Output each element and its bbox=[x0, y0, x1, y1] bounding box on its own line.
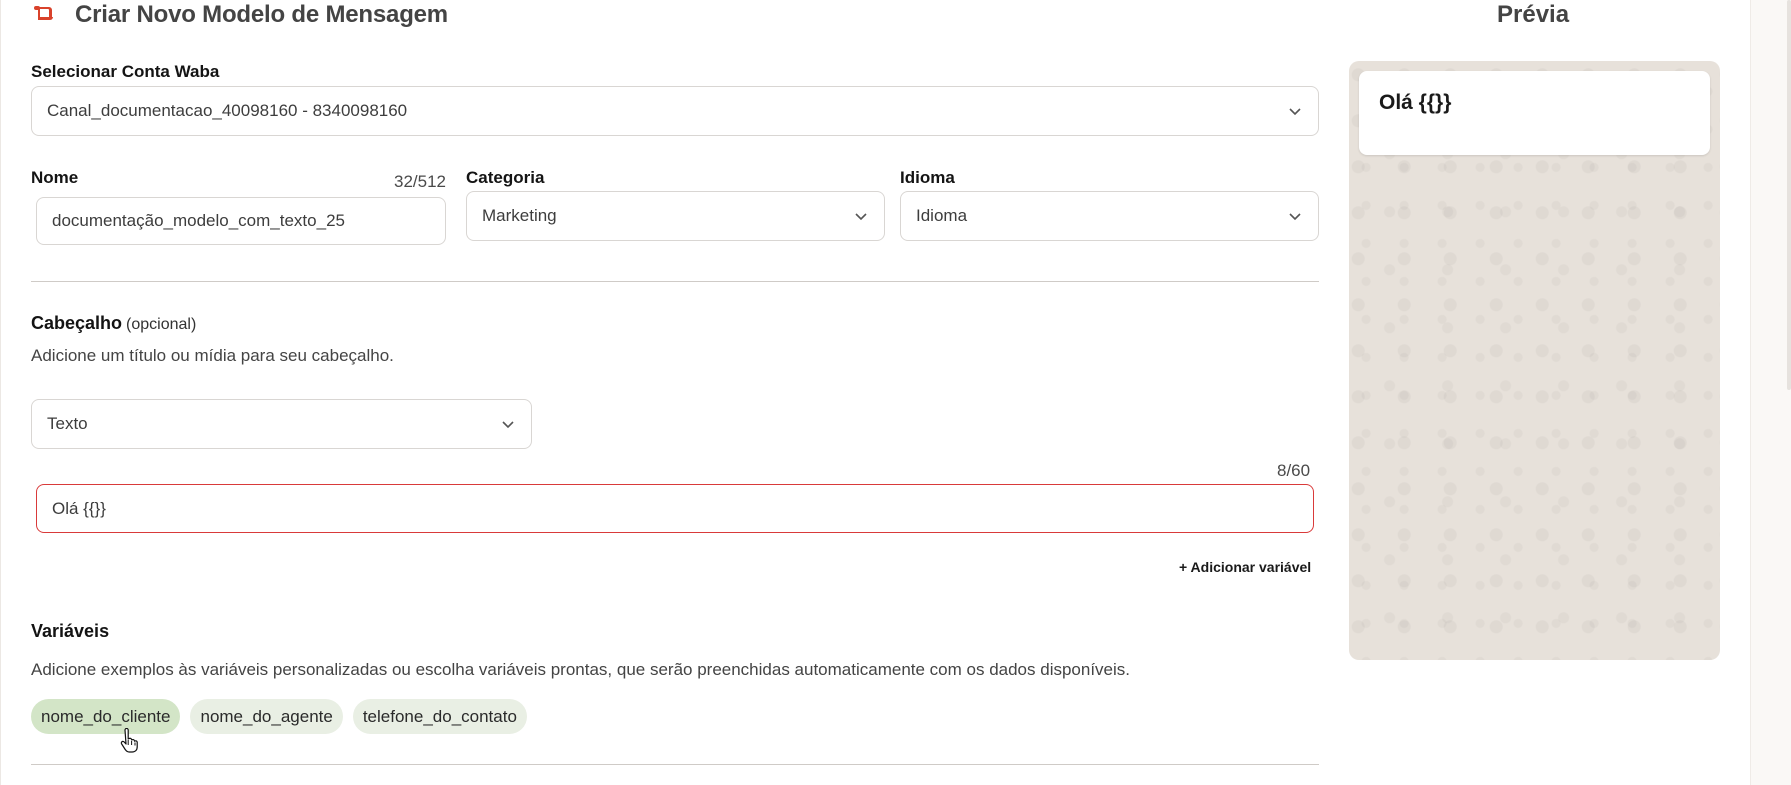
header-description: Adicione um título ou mídia para seu cab… bbox=[31, 346, 394, 365]
waba-label: Selecionar Conta Waba bbox=[31, 62, 220, 81]
waba-select-value: Canal_documentacao_40098160 - 8340098160 bbox=[47, 101, 408, 120]
main-content: Criar Novo Modelo de Mensagem Prévia Sel… bbox=[0, 0, 1750, 785]
variable-chips: nome_do_cliente nome_do_agente telefone_… bbox=[31, 699, 527, 734]
scroll-icon bbox=[31, 4, 57, 26]
name-input[interactable]: documentação_modelo_com_texto_25 bbox=[36, 197, 446, 245]
divider bbox=[31, 764, 1319, 765]
chevron-down-icon bbox=[1289, 213, 1301, 221]
name-counter: 32/512 bbox=[394, 172, 446, 191]
chip-nome-do-agente[interactable]: nome_do_agente bbox=[190, 699, 343, 734]
chevron-down-icon bbox=[855, 213, 867, 221]
message-bubble-text: Olá {{}} bbox=[1379, 91, 1452, 114]
message-preview-panel: Olá {{}} bbox=[1349, 61, 1720, 660]
language-select-value: Idioma bbox=[916, 206, 968, 225]
category-select[interactable]: Marketing bbox=[466, 191, 885, 241]
scrollbar-track[interactable] bbox=[1750, 0, 1791, 785]
scrollbar-thumb[interactable] bbox=[1787, 0, 1791, 390]
header-text-value: Olá {{}} bbox=[52, 498, 106, 518]
header-type-value: Texto bbox=[47, 414, 88, 433]
page-title: Criar Novo Modelo de Mensagem bbox=[75, 1, 448, 28]
category-select-value: Marketing bbox=[482, 206, 557, 225]
category-label: Categoria bbox=[466, 168, 545, 187]
header-type-select[interactable]: Texto bbox=[31, 399, 532, 449]
header-section-title: Cabeçalho (opcional) bbox=[31, 313, 196, 334]
chip-telefone-do-contato[interactable]: telefone_do_contato bbox=[352, 699, 527, 734]
waba-select[interactable]: Canal_documentacao_40098160 - 8340098160 bbox=[31, 86, 1319, 136]
hand-cursor-icon bbox=[120, 728, 138, 753]
chip-nome-do-cliente[interactable]: nome_do_cliente bbox=[31, 699, 181, 734]
header-section-title-text: Cabeçalho bbox=[31, 313, 123, 333]
chevron-down-icon bbox=[1289, 108, 1301, 116]
name-label: Nome bbox=[31, 168, 79, 187]
divider bbox=[31, 281, 1319, 282]
name-input-value: documentação_modelo_com_texto_25 bbox=[52, 211, 345, 230]
preview-title: Prévia bbox=[1497, 1, 1570, 28]
message-bubble: Olá {{}} bbox=[1359, 71, 1710, 155]
header-text-counter: 8/60 bbox=[1277, 461, 1311, 480]
chevron-down-icon bbox=[502, 421, 514, 429]
language-select[interactable]: Idioma bbox=[900, 191, 1319, 241]
add-variable-button[interactable]: + Adicionar variável bbox=[1179, 559, 1311, 575]
page: Criar Novo Modelo de Mensagem Prévia Sel… bbox=[0, 0, 1791, 785]
language-label: Idioma bbox=[900, 168, 955, 187]
title-row: Criar Novo Modelo de Mensagem bbox=[31, 0, 448, 30]
variables-description: Adicione exemplos às variáveis personali… bbox=[31, 660, 1131, 679]
header-text-input[interactable]: Olá {{}} bbox=[36, 484, 1314, 533]
header-optional-label: (opcional) bbox=[126, 316, 197, 333]
variables-title: Variáveis bbox=[31, 621, 110, 641]
